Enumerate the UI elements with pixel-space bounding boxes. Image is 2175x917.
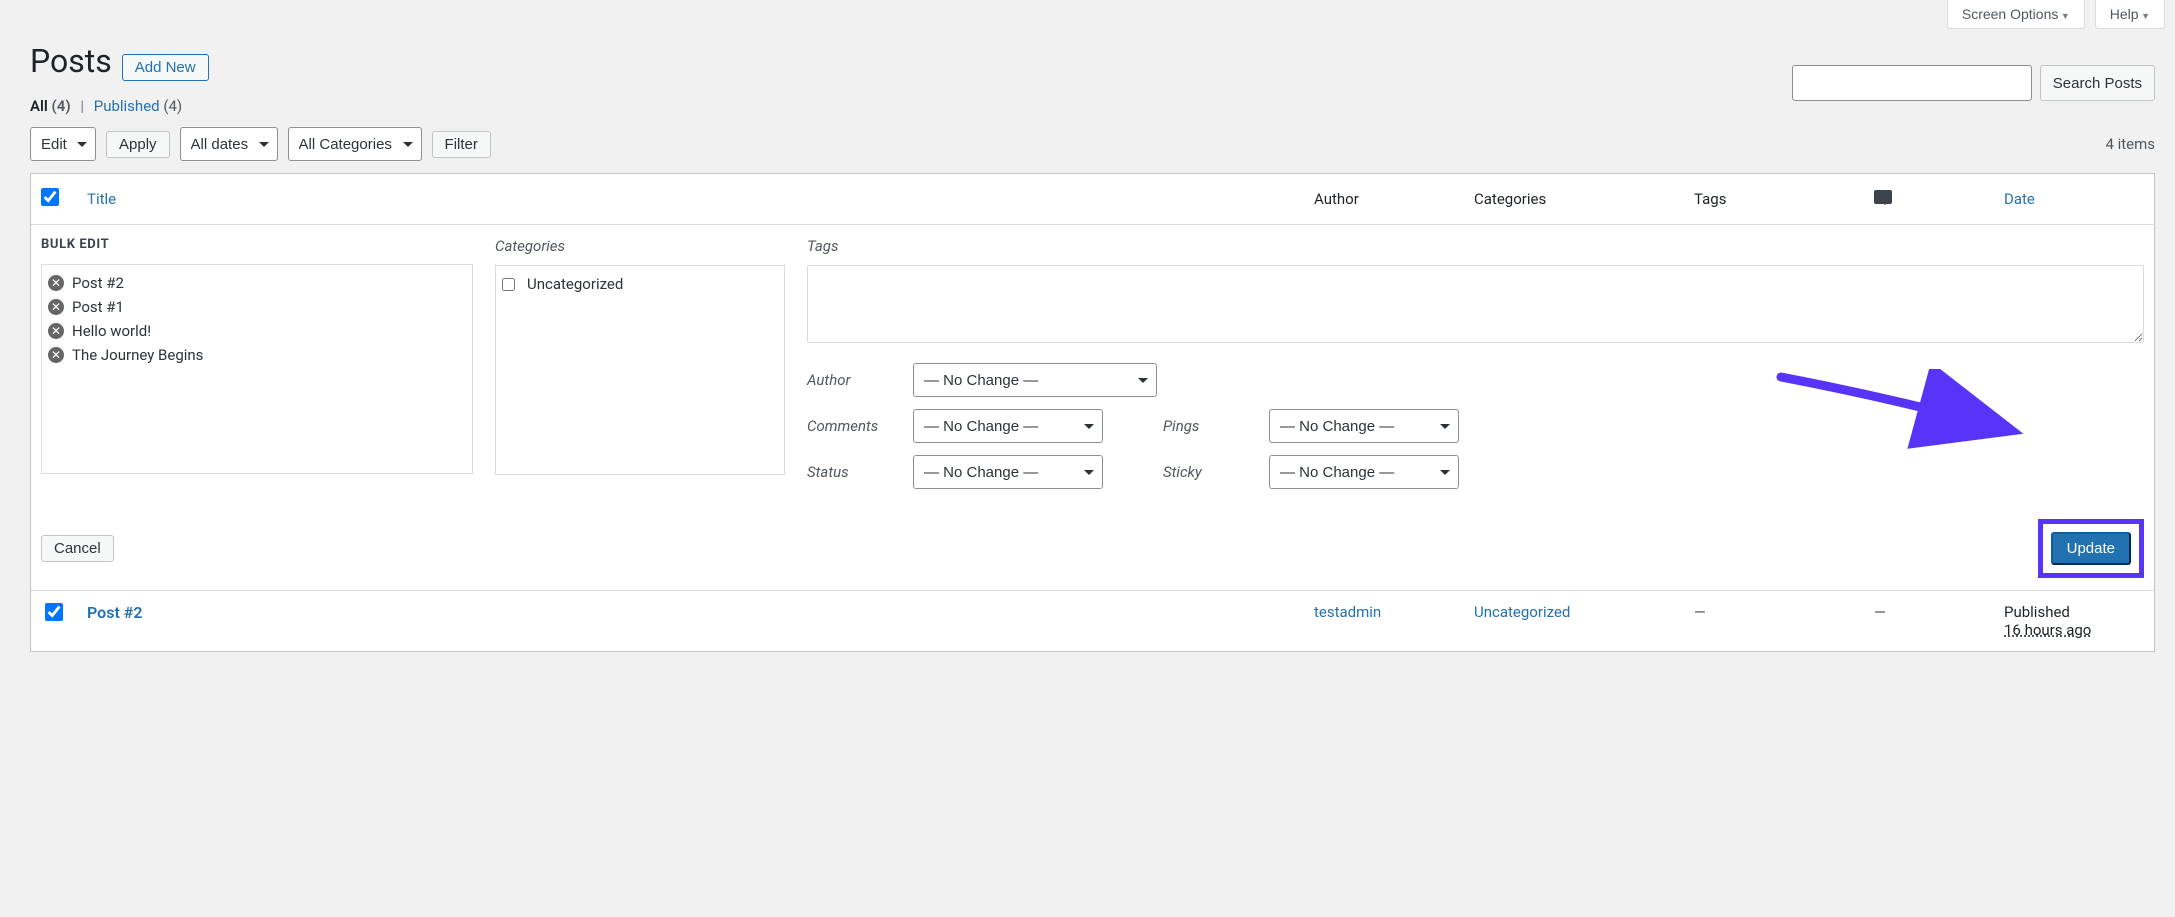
post-title-link[interactable]: Post #2 (87, 603, 143, 622)
row-checkbox[interactable] (45, 603, 63, 621)
add-new-button[interactable]: Add New (122, 54, 209, 81)
remove-icon[interactable]: ✕ (48, 323, 64, 339)
filter-button[interactable]: Filter (432, 131, 491, 158)
row-comments: — (1864, 591, 1994, 651)
date-filter-select[interactable]: All dates (180, 127, 278, 161)
bulk-action-select[interactable]: Edit (30, 127, 96, 161)
category-link[interactable]: Uncategorized (1474, 603, 1570, 621)
pings-select[interactable]: — No Change — (1269, 409, 1459, 443)
author-label: Author (807, 371, 901, 389)
bulk-post-label: The Journey Begins (72, 346, 203, 364)
status-select[interactable]: — No Change — (913, 455, 1103, 489)
filter-all[interactable]: All (4) (30, 97, 74, 115)
author-select[interactable]: — No Change — (913, 363, 1157, 397)
column-tags[interactable]: Tags (1684, 174, 1864, 225)
help-button[interactable]: Help (2095, 0, 2165, 29)
items-count: 4 items (2105, 135, 2155, 153)
bulk-categories-heading: Categories (495, 237, 785, 255)
category-filter-select[interactable]: All Categories (288, 127, 422, 161)
bulk-post-label: Post #1 (72, 298, 124, 316)
column-comments[interactable] (1864, 174, 1994, 225)
bulk-post-label: Hello world! (72, 322, 151, 340)
page-title: Posts (30, 42, 112, 80)
bulk-posts-list[interactable]: ✕ Post #2 ✕ Post #1 ✕ Hello world! (41, 264, 473, 474)
bulk-post-item: ✕ Post #2 (48, 271, 466, 295)
search-posts-button[interactable]: Search Posts (2040, 65, 2155, 101)
column-categories[interactable]: Categories (1464, 174, 1684, 225)
row-tags: — (1684, 591, 1864, 651)
category-option[interactable]: Uncategorized (502, 272, 778, 296)
tags-input[interactable] (807, 265, 2144, 343)
column-author[interactable]: Author (1304, 174, 1464, 225)
bulk-post-item: ✕ The Journey Begins (48, 343, 466, 367)
comments-select[interactable]: — No Change — (913, 409, 1103, 443)
sticky-select[interactable]: — No Change — (1269, 455, 1459, 489)
remove-icon[interactable]: ✕ (48, 299, 64, 315)
column-date[interactable]: Date (1994, 174, 2154, 225)
sticky-label: Sticky (1163, 463, 1257, 481)
bulk-categories-list[interactable]: Uncategorized (495, 265, 785, 475)
author-link[interactable]: testadmin (1314, 603, 1381, 621)
remove-icon[interactable]: ✕ (48, 275, 64, 291)
update-button[interactable]: Update (2051, 532, 2131, 565)
comment-icon (1874, 190, 1892, 204)
filter-published[interactable]: Published (4) (94, 97, 182, 115)
status-label: Status (807, 463, 901, 481)
category-checkbox[interactable] (502, 278, 515, 291)
pings-label: Pings (1163, 417, 1257, 435)
update-highlight: Update (2038, 519, 2144, 578)
bulk-post-item: ✕ Post #1 (48, 295, 466, 319)
column-title[interactable]: Title (77, 174, 1304, 225)
cancel-button[interactable]: Cancel (41, 535, 114, 562)
bulk-edit-heading: BULK EDIT (41, 237, 473, 252)
row-date: Published 16 hours ago (1994, 591, 2154, 651)
bulk-post-item: ✕ Hello world! (48, 319, 466, 343)
bulk-tags-heading: Tags (807, 237, 2144, 255)
comments-label: Comments (807, 417, 901, 435)
remove-icon[interactable]: ✕ (48, 347, 64, 363)
search-input[interactable] (1792, 65, 2032, 101)
table-row: Post #2 testadmin Uncategorized — — Publ… (31, 591, 2154, 651)
apply-button[interactable]: Apply (106, 131, 170, 158)
select-all-checkbox[interactable] (41, 188, 59, 206)
screen-options-button[interactable]: Screen Options (1947, 0, 2085, 29)
bulk-post-label: Post #2 (72, 274, 124, 292)
